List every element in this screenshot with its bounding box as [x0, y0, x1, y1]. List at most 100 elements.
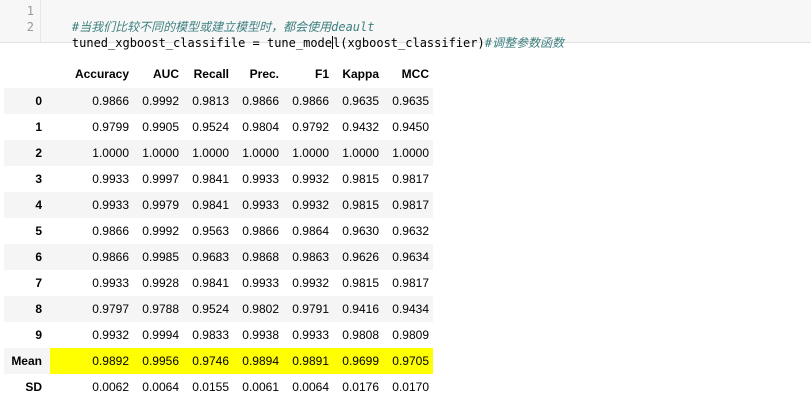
table-cell: 0.9788 — [142, 302, 179, 316]
table-cell: 0.0170 — [392, 380, 429, 394]
row-index: 2 — [35, 146, 42, 160]
table-row: SD 0.0062 0.0064 0.0155 0.0061 0.0064 0.0176 0.… — [4, 374, 433, 400]
line-number: 2 — [26, 20, 34, 34]
table-cell: 0.9841 — [192, 172, 229, 186]
table-cell: 0.9956 — [133, 348, 183, 374]
table-cell: 1.0000 — [342, 146, 379, 160]
table-cell: 0.0155 — [192, 380, 229, 394]
table-cell: 0.9994 — [142, 328, 179, 342]
table-cell: 0.9802 — [242, 302, 279, 316]
table-cell: 0.9809 — [392, 328, 429, 342]
table-row: 7 0.9933 0.9928 0.9841 0.9933 0.9932 0.9815 0.9… — [4, 270, 433, 296]
table-cell: 1.0000 — [192, 146, 229, 160]
table-cell: 0.9833 — [192, 328, 229, 342]
table-cell: 1.0000 — [292, 146, 329, 160]
table-cell: 0.9563 — [192, 224, 229, 238]
table-header: Accuracy AUC Recall Prec. F1 Kappa MCC — [4, 60, 433, 88]
table-cell: 0.0064 — [142, 380, 179, 394]
row-index: 4 — [35, 198, 42, 212]
index-header — [4, 60, 50, 88]
table-cell: 0.9985 — [142, 250, 179, 264]
table-cell: 0.9938 — [242, 328, 279, 342]
table-cell: 0.9804 — [242, 120, 279, 134]
table-cell: 0.9866 — [92, 94, 129, 108]
table-cell: 0.9635 — [392, 94, 429, 108]
code-comment: #调整参数函数 — [484, 36, 564, 50]
table-cell: 0.9866 — [292, 94, 329, 108]
table-cell: 0.9817 — [392, 276, 429, 290]
table-row: Mean 0.9892 0.9956 0.9746 0.9894 0.9891 0.9699… — [4, 348, 433, 374]
table-row: 3 0.9933 0.9997 0.9841 0.9933 0.9932 0.9815 0.9… — [4, 166, 433, 192]
table-cell: 0.9864 — [292, 224, 329, 238]
table-cell: 0.9792 — [292, 120, 329, 134]
table-cell: 0.0176 — [342, 380, 379, 394]
table-cell: 0.9894 — [233, 348, 283, 374]
line-number: 1 — [26, 4, 34, 18]
table-cell: 0.9932 — [292, 172, 329, 186]
header-row: Accuracy AUC Recall Prec. F1 Kappa MCC — [4, 60, 433, 88]
table-row: 2 1.0000 1.0000 1.0000 1.0000 1.0000 1.0000 1.0… — [4, 140, 433, 166]
table-cell: 0.9635 — [342, 94, 379, 108]
table-cell: 0.9933 — [92, 172, 129, 186]
table-cell: 0.9813 — [192, 94, 229, 108]
table-cell: 0.9933 — [92, 276, 129, 290]
table-cell: 0.9905 — [142, 120, 179, 134]
row-index: 9 — [35, 328, 42, 342]
table-cell: 0.0061 — [242, 380, 279, 394]
results-table: Accuracy AUC Recall Prec. F1 Kappa MCC 0… — [4, 60, 433, 400]
table-cell: 0.9979 — [142, 198, 179, 212]
table-cell: 0.9799 — [92, 120, 129, 134]
column-header: MCC — [401, 67, 429, 81]
table-cell: 0.9933 — [242, 198, 279, 212]
table-cell: 0.9432 — [342, 120, 379, 134]
table-cell: 0.9632 — [392, 224, 429, 238]
table-cell: 0.9817 — [392, 172, 429, 186]
table-cell: 0.9891 — [283, 348, 333, 374]
table-cell: 0.9634 — [392, 250, 429, 264]
table-cell: 0.9932 — [292, 198, 329, 212]
table-cell: 0.9746 — [183, 348, 233, 374]
table-cell: 0.9815 — [342, 276, 379, 290]
row-index: 3 — [35, 172, 42, 186]
row-index: 1 — [35, 120, 42, 134]
table-cell: 1.0000 — [242, 146, 279, 160]
table-cell: 0.0062 — [92, 380, 129, 394]
table-cell: 0.9705 — [383, 348, 433, 374]
column-header: Accuracy — [74, 67, 129, 81]
table-cell: 0.9868 — [242, 250, 279, 264]
table-cell: 0.0064 — [292, 380, 329, 394]
table-cell: 0.9863 — [292, 250, 329, 264]
table-cell: 1.0000 — [92, 146, 129, 160]
table-cell: 0.9683 — [192, 250, 229, 264]
table-cell: 0.9933 — [92, 198, 129, 212]
row-index: Mean — [11, 354, 42, 368]
table-cell: 0.9866 — [92, 250, 129, 264]
table-cell: 0.9866 — [242, 224, 279, 238]
table-row: 9 0.9932 0.9994 0.9833 0.9938 0.9933 0.9808 0.9… — [4, 322, 433, 348]
table-cell: 0.9928 — [142, 276, 179, 290]
code-statement-rest: l(xgboost_classifier) — [333, 36, 485, 50]
column-header: F1 — [314, 67, 329, 81]
table-cell: 0.9626 — [342, 250, 379, 264]
table-row: 0 0.9866 0.9992 0.9813 0.9866 0.9866 0.9635 0.9… — [4, 88, 433, 114]
table-cell: 0.9797 — [92, 302, 129, 316]
table-cell: 0.9992 — [142, 224, 179, 238]
table-cell: 0.9933 — [292, 328, 329, 342]
table-cell: 1.0000 — [142, 146, 179, 160]
table-row: 1 0.9799 0.9905 0.9524 0.9804 0.9792 0.9432 0.9… — [4, 114, 433, 140]
table-cell: 0.9450 — [392, 120, 429, 134]
table-row: 8 0.9797 0.9788 0.9524 0.9802 0.9791 0.9416 0.9… — [4, 296, 433, 322]
row-index: 0 — [35, 94, 42, 108]
table-body: 0 0.9866 0.9992 0.9813 0.9866 0.9866 0.9635 0.9… — [4, 88, 433, 400]
table-row: 4 0.9933 0.9979 0.9841 0.9933 0.9932 0.9815 0.9… — [4, 192, 433, 218]
table-cell: 0.9933 — [242, 172, 279, 186]
code-cell[interactable]: 1 2 #当我们比较不同的模型或建立模型时，都会使用deault tuned_x… — [0, 0, 811, 50]
table-cell: 0.9933 — [242, 276, 279, 290]
table-cell: 0.9524 — [192, 120, 229, 134]
column-header: Recall — [193, 67, 229, 81]
table-cell: 0.9866 — [92, 224, 129, 238]
row-index: SD — [25, 380, 42, 394]
table-cell: 0.9841 — [192, 276, 229, 290]
table-cell: 0.9699 — [333, 348, 383, 374]
table-cell: 0.9815 — [342, 198, 379, 212]
